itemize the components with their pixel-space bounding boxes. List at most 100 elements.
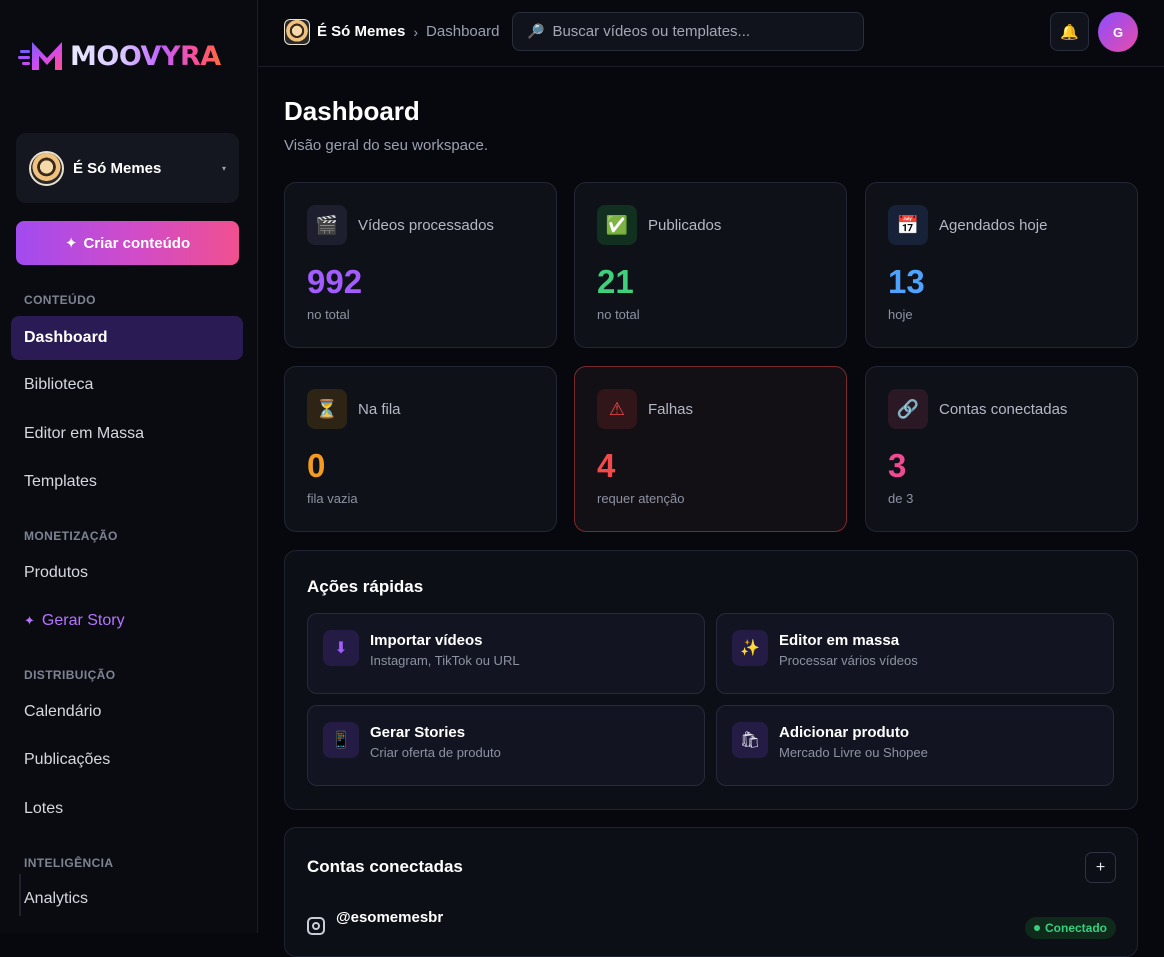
- sidebar-item-library[interactable]: Biblioteca: [11, 363, 243, 407]
- stat-value: 21: [597, 263, 634, 300]
- sidebar-item-generate-story[interactable]: ✦ Gerar Story: [11, 599, 243, 643]
- account-handle[interactable]: @esomemesbr: [336, 909, 443, 926]
- stat-label: Vídeos processados: [358, 217, 494, 234]
- stat-label: Publicados: [648, 217, 722, 234]
- action-desc: Criar oferta de produto: [370, 745, 501, 760]
- stat-value: 3: [888, 447, 907, 484]
- stat-label: Na fila: [358, 401, 401, 418]
- chevron-down-icon: ▾: [221, 163, 226, 173]
- plus-icon: +: [1095, 858, 1106, 876]
- bell-icon: 🔔: [1060, 23, 1079, 41]
- sidebar-item-label: Dashboard: [24, 329, 108, 346]
- action-bulk-editor[interactable]: ✨ Editor em massa Processar vários vídeo…: [716, 613, 1114, 694]
- hourglass-icon: ⏳: [307, 389, 347, 429]
- connected-accounts-title: Contas conectadas: [307, 857, 463, 876]
- instagram-icon: [307, 917, 325, 935]
- stat-note: fila vazia: [307, 491, 358, 506]
- breadcrumb-current: Dashboard: [426, 23, 500, 40]
- section-label-intelligence: INTELIGÊNCIA: [24, 856, 114, 870]
- stat-note: de 3: [888, 491, 914, 506]
- chevron-right-icon: ›: [413, 23, 419, 40]
- sidebar-item-label: Publicações: [24, 751, 111, 768]
- sidebar-item-templates[interactable]: Templates: [11, 460, 243, 504]
- stat-label: Falhas: [648, 401, 694, 418]
- sidebar-item-label: Produtos: [24, 564, 89, 581]
- sidebar-item-label: Gerar Story: [41, 612, 125, 629]
- sidebar-item-publications[interactable]: Publicações: [11, 738, 243, 782]
- breadcrumb-workspace[interactable]: É Só Memes: [317, 23, 405, 40]
- action-add-product[interactable]: 🛍 Adicionar produto Mercado Livre ou Sho…: [716, 705, 1114, 786]
- stat-note: requer atenção: [597, 491, 685, 506]
- action-generate-stories[interactable]: 📱 Gerar Stories Criar oferta de produto: [307, 705, 705, 786]
- user-avatar-button[interactable]: G: [1098, 12, 1138, 52]
- stat-note: no total: [307, 307, 350, 322]
- section-label-monetization: MONETIZAÇÃO: [24, 529, 118, 543]
- search-input[interactable]: [552, 23, 843, 40]
- stat-note: no total: [597, 307, 640, 322]
- sidebar-item-batches[interactable]: Lotes: [11, 787, 243, 831]
- calendar-icon: 📅: [888, 205, 928, 245]
- action-desc: Mercado Livre ou Shopee: [779, 745, 928, 760]
- sidebar-item-label: Lotes: [24, 800, 64, 817]
- action-title: Gerar Stories: [370, 724, 466, 741]
- action-desc: Instagram, TikTok ou URL: [370, 653, 520, 668]
- stat-label: Agendados hoje: [939, 217, 1048, 234]
- shopping-bag-icon: 🛍: [732, 722, 768, 758]
- sidebar-item-label: Calendário: [24, 703, 102, 720]
- page-subtitle: Visão geral do seu workspace.: [284, 137, 489, 154]
- stat-card-published[interactable]: ✅ Publicados 21 no total: [574, 182, 847, 348]
- brand-logo[interactable]: MOOVYRA: [18, 36, 221, 76]
- notifications-button[interactable]: 🔔: [1050, 12, 1089, 51]
- sidebar-item-bulk-editor[interactable]: Editor em Massa: [11, 412, 243, 456]
- stat-card-accounts[interactable]: 🔗 Contas conectadas 3 de 3: [865, 366, 1138, 532]
- check-icon: ✅: [597, 205, 637, 245]
- download-icon: ⬇: [323, 630, 359, 666]
- logo-text: MOOVYRA: [70, 40, 221, 72]
- phone-icon: 📱: [323, 722, 359, 758]
- stat-value: 992: [307, 263, 363, 300]
- sidebar-item-label: Templates: [24, 473, 97, 490]
- workspace-avatar: [284, 19, 310, 45]
- sidebar-item-analytics[interactable]: Analytics: [11, 877, 243, 921]
- logo-mark-icon: [18, 42, 62, 70]
- sidebar-item-dashboard[interactable]: Dashboard: [11, 316, 243, 360]
- stat-value: 0: [307, 447, 326, 484]
- sidebar-item-products[interactable]: Produtos: [11, 551, 243, 595]
- stat-value: 4: [597, 447, 616, 484]
- workspace-switcher[interactable]: É Só Memes ▾: [16, 133, 239, 203]
- section-label-content: CONTEÚDO: [24, 293, 96, 307]
- stat-note: hoje: [888, 307, 913, 322]
- stat-card-failures[interactable]: ⚠ Falhas 4 requer atenção: [574, 366, 847, 532]
- stat-card-scheduled[interactable]: 📅 Agendados hoje 13 hoje: [865, 182, 1138, 348]
- sparkle-icon: ✦: [64, 235, 78, 252]
- status-badge: Conectado: [1025, 917, 1117, 939]
- stat-card-processed[interactable]: 🎬 Vídeos processados 992 no total: [284, 182, 557, 348]
- search-icon: 🔎: [527, 23, 545, 39]
- workspace-name: É Só Memes: [73, 159, 162, 177]
- sparkles-icon: ✨: [732, 630, 768, 666]
- sidebar-item-label: Editor em Massa: [24, 425, 145, 442]
- user-initial: G: [1112, 24, 1124, 40]
- section-label-distribution: DISTRIBUIÇÃO: [24, 668, 116, 682]
- action-desc: Processar vários vídeos: [779, 653, 918, 668]
- add-account-button[interactable]: +: [1085, 852, 1116, 883]
- quick-actions-panel: Ações rápidas ⬇ Importar vídeos Instagra…: [284, 550, 1138, 810]
- sidebar-item-calendar[interactable]: Calendário: [11, 690, 243, 734]
- stat-card-queue[interactable]: ⏳ Na fila 0 fila vazia: [284, 366, 557, 532]
- breadcrumb: É Só Memes › Dashboard: [317, 23, 499, 40]
- action-title: Adicionar produto: [779, 724, 909, 741]
- action-title: Importar vídeos: [370, 632, 483, 649]
- create-content-button[interactable]: ✦ Criar conteúdo: [16, 221, 239, 265]
- topbar: É Só Memes › Dashboard 🔎 🔔 G: [258, 0, 1164, 67]
- action-title: Editor em massa: [779, 632, 900, 649]
- sidebar-item-label: Analytics: [24, 890, 89, 907]
- page-title: Dashboard: [284, 96, 420, 126]
- clapperboard-icon: 🎬: [307, 205, 347, 245]
- search-box[interactable]: 🔎: [512, 12, 864, 51]
- action-import-videos[interactable]: ⬇ Importar vídeos Instagram, TikTok ou U…: [307, 613, 705, 694]
- warning-icon: ⚠: [597, 389, 637, 429]
- stat-value: 13: [888, 263, 925, 300]
- sparkle-icon: ✦: [24, 613, 35, 628]
- stat-label: Contas conectadas: [939, 401, 1068, 418]
- create-content-label: Criar conteúdo: [83, 234, 191, 252]
